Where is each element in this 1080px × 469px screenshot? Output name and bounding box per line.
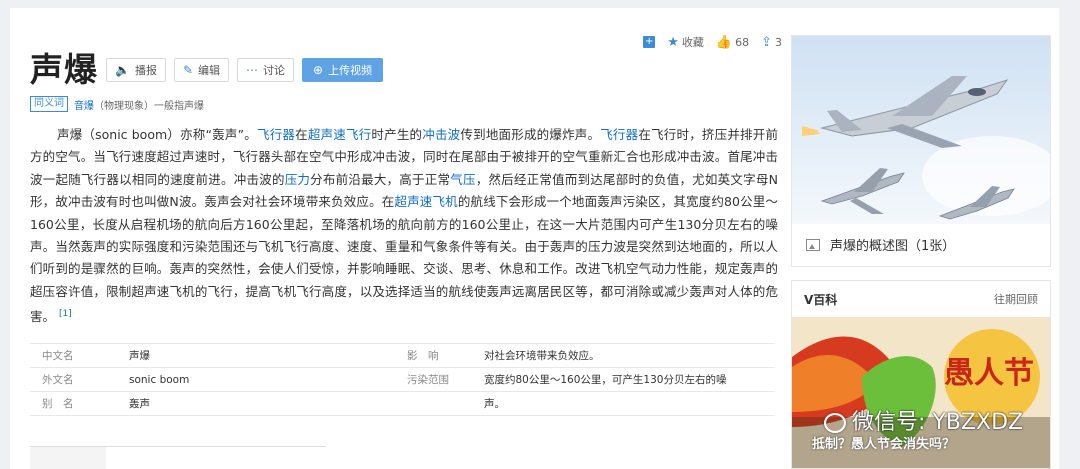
wechat-icon	[824, 413, 846, 433]
vbaike-header: V百科 往期回顾	[792, 281, 1050, 317]
article-link[interactable]: 飞行器	[600, 127, 638, 142]
info-value: 声爆	[129, 350, 150, 362]
right-sidebar: 声爆的概述图（1张） V百科 往期回顾 愚人节 微信号: YBZXDZ 抵制？愚…	[791, 35, 1051, 469]
info-key: 外文名	[42, 374, 74, 386]
vbaike-more-link[interactable]: 往期回顾	[994, 291, 1038, 307]
table-row: 别 名 轰声 声。	[30, 392, 774, 416]
broadcast-button[interactable]: 🔈 播报	[106, 58, 166, 82]
article-link[interactable]: 超声速飞机	[394, 194, 457, 209]
table-row: 外文名 sonic boom 污染范围 宽度约80公里～160公里，可产生130…	[30, 368, 774, 392]
vbaike-title: V百科	[804, 292, 838, 307]
article-link[interactable]: 气压	[450, 172, 475, 187]
info-value: sonic boom	[129, 373, 190, 386]
favorite-button[interactable]: ★ 收藏	[667, 34, 704, 50]
vbaike-image-text: 愚人节	[944, 356, 1034, 391]
info-key: 污染范围	[407, 374, 449, 386]
entry-stats: + ★ 收藏 👍 68 ⇪ 3	[643, 34, 782, 50]
share-button[interactable]: ⇪ 3	[761, 35, 782, 50]
vbaike-image[interactable]: 愚人节 微信号: YBZXDZ 抵制？愚人节会消失吗？	[792, 317, 1050, 468]
edit-button[interactable]: ✎ 编辑	[173, 58, 230, 82]
pencil-icon: ✎	[182, 63, 194, 77]
thumbs-up-icon: 👍	[715, 34, 733, 50]
summary-caption[interactable]: 声爆的概述图（1张）	[806, 235, 955, 254]
star-icon: ★	[667, 34, 679, 50]
synonym-note: （物理现象）一般指声爆	[94, 100, 204, 112]
info-value: 对社会环境带来负效应。	[484, 350, 600, 362]
like-button[interactable]: 👍 68	[716, 35, 749, 50]
upload-video-button[interactable]: ⊕ 上传视频	[302, 58, 384, 82]
fighter-jets-image	[792, 36, 1050, 224]
speaker-icon: 🔈	[115, 63, 130, 77]
article-body: 声爆（sonic boom）亦称“轰声”。飞行器在超声速飞行时产生的冲击波传到地…	[30, 127, 778, 325]
action-toolbar: 🔈 播报 ✎ 编辑 ⋯ 讨论 ⊕ 上传视频	[106, 58, 384, 82]
discuss-button[interactable]: ⋯ 讨论	[237, 58, 295, 82]
article-link[interactable]: 飞行器	[257, 127, 295, 142]
image-icon	[806, 238, 820, 251]
page: + ★ 收藏 👍 68 ⇪ 3 声爆 🔈 播报 ✎ 编辑 ⋯ 讨论 ⊕ 上传视频 同义词 音爆…	[10, 8, 1059, 469]
synonym-bar: 同义词 音爆 （物理现象）一般指声爆	[30, 96, 204, 112]
wechat-watermark: 微信号: YBZXDZ	[824, 404, 1023, 436]
info-key: 中文名	[42, 350, 74, 362]
info-key: 影 响	[407, 350, 439, 362]
summary-image-card[interactable]: 声爆的概述图（1张）	[791, 35, 1051, 267]
vbaike-caption[interactable]: 抵制？愚人节会消失吗？	[812, 433, 955, 452]
vbaike-card: V百科 往期回顾 愚人节 微信号: YBZXDZ 抵制？愚人节会消失吗？	[791, 280, 1051, 469]
table-row: 中文名 声爆 影 响 对社会环境带来负效应。	[30, 343, 774, 368]
info-key: 别 名	[42, 398, 74, 410]
info-value: 宽度约80公里～160公里，可产生130分贝左右的噪	[484, 374, 727, 386]
share-icon: ⇪	[761, 34, 772, 50]
article-link[interactable]: 超声速飞行	[308, 127, 372, 142]
catalog-sidebar	[30, 447, 106, 469]
info-value: 声。	[484, 398, 505, 410]
page-title: 声爆	[30, 50, 98, 89]
synonym-tag: 同义词	[30, 96, 68, 112]
chat-icon: ⋯	[246, 63, 259, 77]
plus-circle-icon: ⊕	[313, 63, 324, 77]
article-link[interactable]: 冲击波	[422, 127, 460, 142]
reference-mark[interactable]: [1]	[59, 309, 72, 319]
plus-icon[interactable]: +	[643, 36, 656, 48]
article-link[interactable]: 压力	[285, 172, 310, 187]
synonym-link[interactable]: 音爆	[74, 97, 94, 112]
catalog-box: •	[30, 446, 326, 469]
basic-info-table: 中文名 声爆 影 响 对社会环境带来负效应。 外文名 sonic boom 污染…	[30, 343, 774, 416]
main-content: + ★ 收藏 👍 68 ⇪ 3 声爆 🔈 播报 ✎ 编辑 ⋯ 讨论 ⊕ 上传视频 同义词 音爆…	[30, 8, 782, 469]
info-value: 轰声	[129, 398, 150, 410]
